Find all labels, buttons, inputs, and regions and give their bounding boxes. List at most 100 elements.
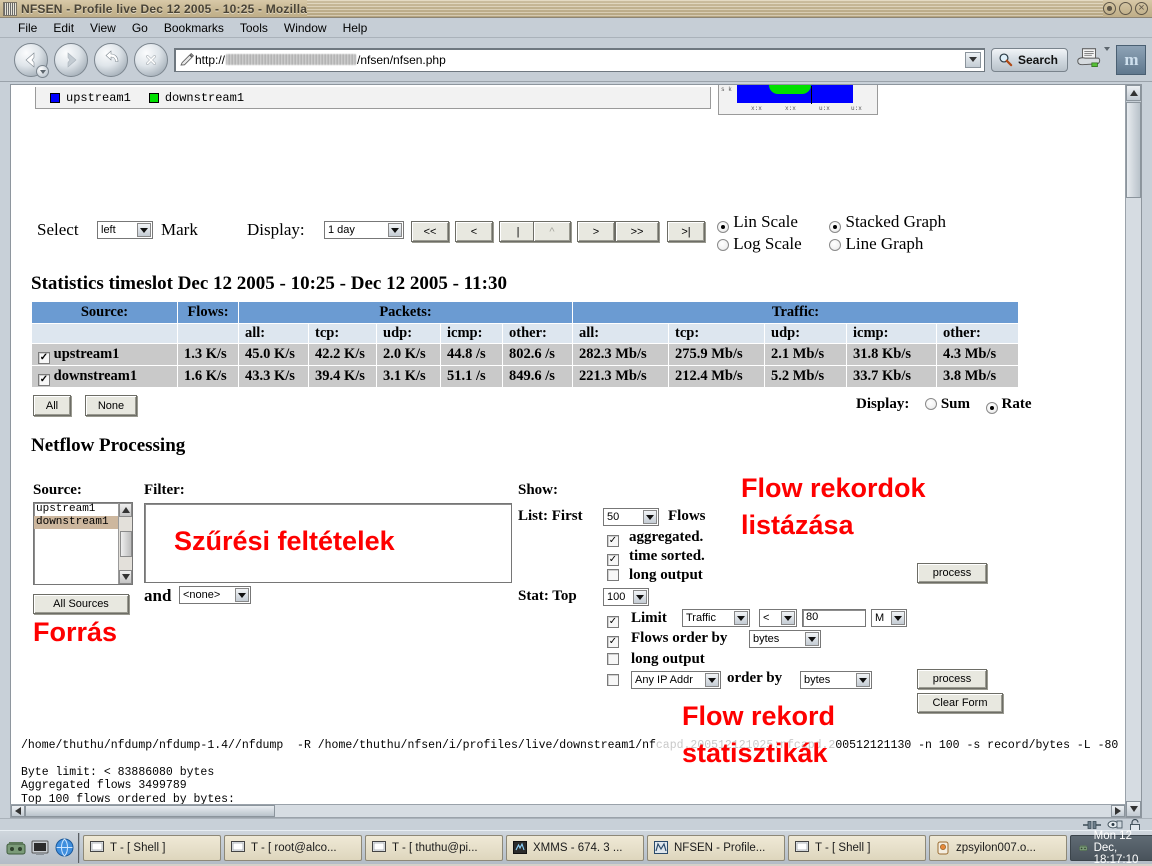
taskbar-button-root-alco[interactable]: T - [ root@alco...	[224, 834, 362, 861]
addr-option[interactable]	[607, 671, 619, 689]
nav-forward-button[interactable]: >>	[615, 221, 659, 242]
flows-order-option[interactable]: Flows order by	[607, 629, 727, 648]
page-vertical-scrollbar[interactable]	[1125, 85, 1141, 817]
list-count-dropdown[interactable]: 50	[603, 508, 659, 526]
log-scale-option[interactable]: Log Scale	[717, 233, 825, 255]
taskbar-button-shell-2[interactable]: T - [ Shell ]	[788, 834, 926, 861]
limit-checkbox[interactable]	[607, 616, 619, 628]
time-sorted-option[interactable]: time sorted.	[607, 547, 705, 566]
nav-center-button[interactable]: |	[499, 221, 537, 242]
mozilla-logo-icon[interactable]: m	[1116, 44, 1146, 75]
limit-metric-dropdown[interactable]: Traffic	[682, 609, 750, 627]
taskbar-button-thuthu-pi[interactable]: T - [ thuthu@pi...	[365, 834, 503, 861]
scroll-up-icon[interactable]	[119, 503, 132, 517]
stat-long-output-option[interactable]: long output	[607, 650, 705, 668]
row-checkbox-upstream1[interactable]	[38, 351, 50, 364]
stacked-graph-option[interactable]: Stacked Graph	[829, 212, 946, 233]
row-source-upstream1[interactable]: upstream1	[31, 343, 178, 366]
aggregated-checkbox[interactable]	[607, 535, 619, 547]
select-all-button[interactable]: All	[33, 395, 71, 416]
close-button[interactable]: ×	[1135, 2, 1148, 15]
process-button-stat[interactable]: process	[917, 669, 987, 689]
web-browser-launcher-icon[interactable]	[53, 837, 75, 859]
source-listbox[interactable]: upstream1 downstream1	[33, 502, 133, 585]
row-checkbox-downstream1[interactable]	[38, 373, 50, 386]
scroll-left-icon[interactable]	[11, 805, 25, 817]
search-button[interactable]: Search	[990, 47, 1068, 72]
taskbar-button-shell-1[interactable]: T - [ Shell ]	[83, 834, 221, 861]
horizontal-scroll-track[interactable]	[275, 805, 1111, 817]
scroll-thumb[interactable]	[119, 530, 132, 557]
nav-prev-button[interactable]: <	[455, 221, 493, 242]
process-button-list[interactable]: process	[917, 563, 987, 583]
terminal-launcher-icon[interactable]	[29, 837, 51, 859]
sum-option[interactable]: Sum	[925, 396, 974, 412]
list-long-output-checkbox[interactable]	[607, 569, 619, 581]
limit-unit-dropdown[interactable]: M	[871, 609, 907, 627]
scroll-down-icon[interactable]	[1126, 801, 1141, 817]
stat-long-output-checkbox[interactable]	[607, 653, 619, 665]
sum-radio[interactable]	[925, 398, 938, 410]
back-history-chevron-down-icon[interactable]	[36, 64, 49, 78]
clear-form-button[interactable]: Clear Form	[917, 693, 1003, 713]
and-filter-dropdown[interactable]: <none>	[179, 586, 251, 604]
flows-order-dropdown[interactable]: bytes	[749, 630, 821, 648]
rate-option[interactable]: Rate	[985, 396, 1032, 414]
list-long-output-option[interactable]: long output	[607, 566, 703, 584]
show-desktop-icon[interactable]	[5, 837, 27, 859]
forward-icon[interactable]	[54, 42, 88, 77]
source-listbox-scrollbar[interactable]	[118, 503, 132, 584]
stop-icon[interactable]	[134, 42, 168, 77]
nav-first-button[interactable]: <<	[411, 221, 449, 242]
window-titlebar[interactable]: NFSEN - Profile live Dec 12 2005 - 10:25…	[0, 0, 1152, 18]
stat-count-dropdown[interactable]: 100	[603, 588, 649, 606]
limit-value-input[interactable]: 80	[802, 609, 866, 627]
log-scale-radio[interactable]	[717, 239, 729, 251]
url-dropdown-chevron-down-icon[interactable]	[964, 51, 981, 68]
flows-order-checkbox[interactable]	[607, 636, 619, 648]
menu-view[interactable]: View	[90, 21, 116, 35]
nav-last-button[interactable]: >|	[667, 221, 705, 242]
minimize-button[interactable]	[1103, 2, 1116, 15]
addr-type-dropdown[interactable]: Any IP Addr	[631, 671, 721, 689]
line-graph-radio[interactable]	[829, 239, 842, 251]
line-graph-option[interactable]: Line Graph	[829, 234, 923, 253]
menu-go[interactable]: Go	[132, 21, 148, 35]
limit-operator-dropdown[interactable]: <	[759, 609, 797, 627]
scroll-up-icon[interactable]	[1126, 85, 1141, 101]
taskbar-button-zpsyilon007[interactable]: zpsyilon007.o...	[929, 834, 1067, 861]
nav-next-button[interactable]: >	[577, 221, 615, 242]
limit-option[interactable]: Limit	[607, 609, 667, 628]
menu-file[interactable]: File	[18, 21, 37, 35]
taskbar-button-xmms[interactable]: XMMS - 674. 3 ...	[506, 834, 644, 861]
time-sorted-checkbox[interactable]	[607, 554, 619, 566]
back-icon[interactable]	[14, 42, 49, 78]
lin-scale-radio[interactable]	[717, 221, 729, 233]
print-icon[interactable]	[1074, 43, 1110, 77]
aggregated-option[interactable]: aggregated.	[607, 528, 703, 547]
lin-scale-option[interactable]: Lin Scale	[717, 211, 825, 233]
taskbar-button-nfsen[interactable]: NFSEN - Profile...	[647, 834, 785, 861]
taskbar-clock[interactable]: Mon 12 Dec, 18:17:10	[1070, 830, 1152, 866]
cookie-manager-icon[interactable]	[1107, 819, 1123, 830]
row-source-downstream1[interactable]: downstream1	[31, 365, 178, 388]
rate-radio[interactable]	[985, 402, 998, 414]
reload-icon[interactable]	[94, 42, 128, 77]
menu-bookmarks[interactable]: Bookmarks	[164, 21, 224, 35]
all-sources-button[interactable]: All Sources	[33, 594, 129, 614]
scroll-down-icon[interactable]	[119, 570, 132, 584]
menu-window[interactable]: Window	[284, 21, 327, 35]
page-horizontal-scrollbar[interactable]	[10, 804, 1126, 818]
select-side-dropdown[interactable]: left	[97, 221, 153, 239]
menu-edit[interactable]: Edit	[53, 21, 74, 35]
print-dropdown-chevron-down-icon[interactable]	[1104, 51, 1110, 69]
nav-up-button[interactable]: ^	[533, 221, 571, 242]
scroll-track[interactable]	[119, 517, 132, 570]
thumbnail-graph[interactable]: s k x:x x:x u:x u:x	[718, 85, 878, 115]
addr-checkbox[interactable]	[607, 674, 619, 686]
url-bar[interactable]: http:// /nfsen/nfsen.php	[174, 47, 985, 72]
display-period-dropdown[interactable]: 1 day	[324, 221, 404, 239]
stacked-graph-radio[interactable]	[829, 221, 842, 233]
menu-help[interactable]: Help	[343, 21, 368, 35]
menu-tools[interactable]: Tools	[240, 21, 268, 35]
